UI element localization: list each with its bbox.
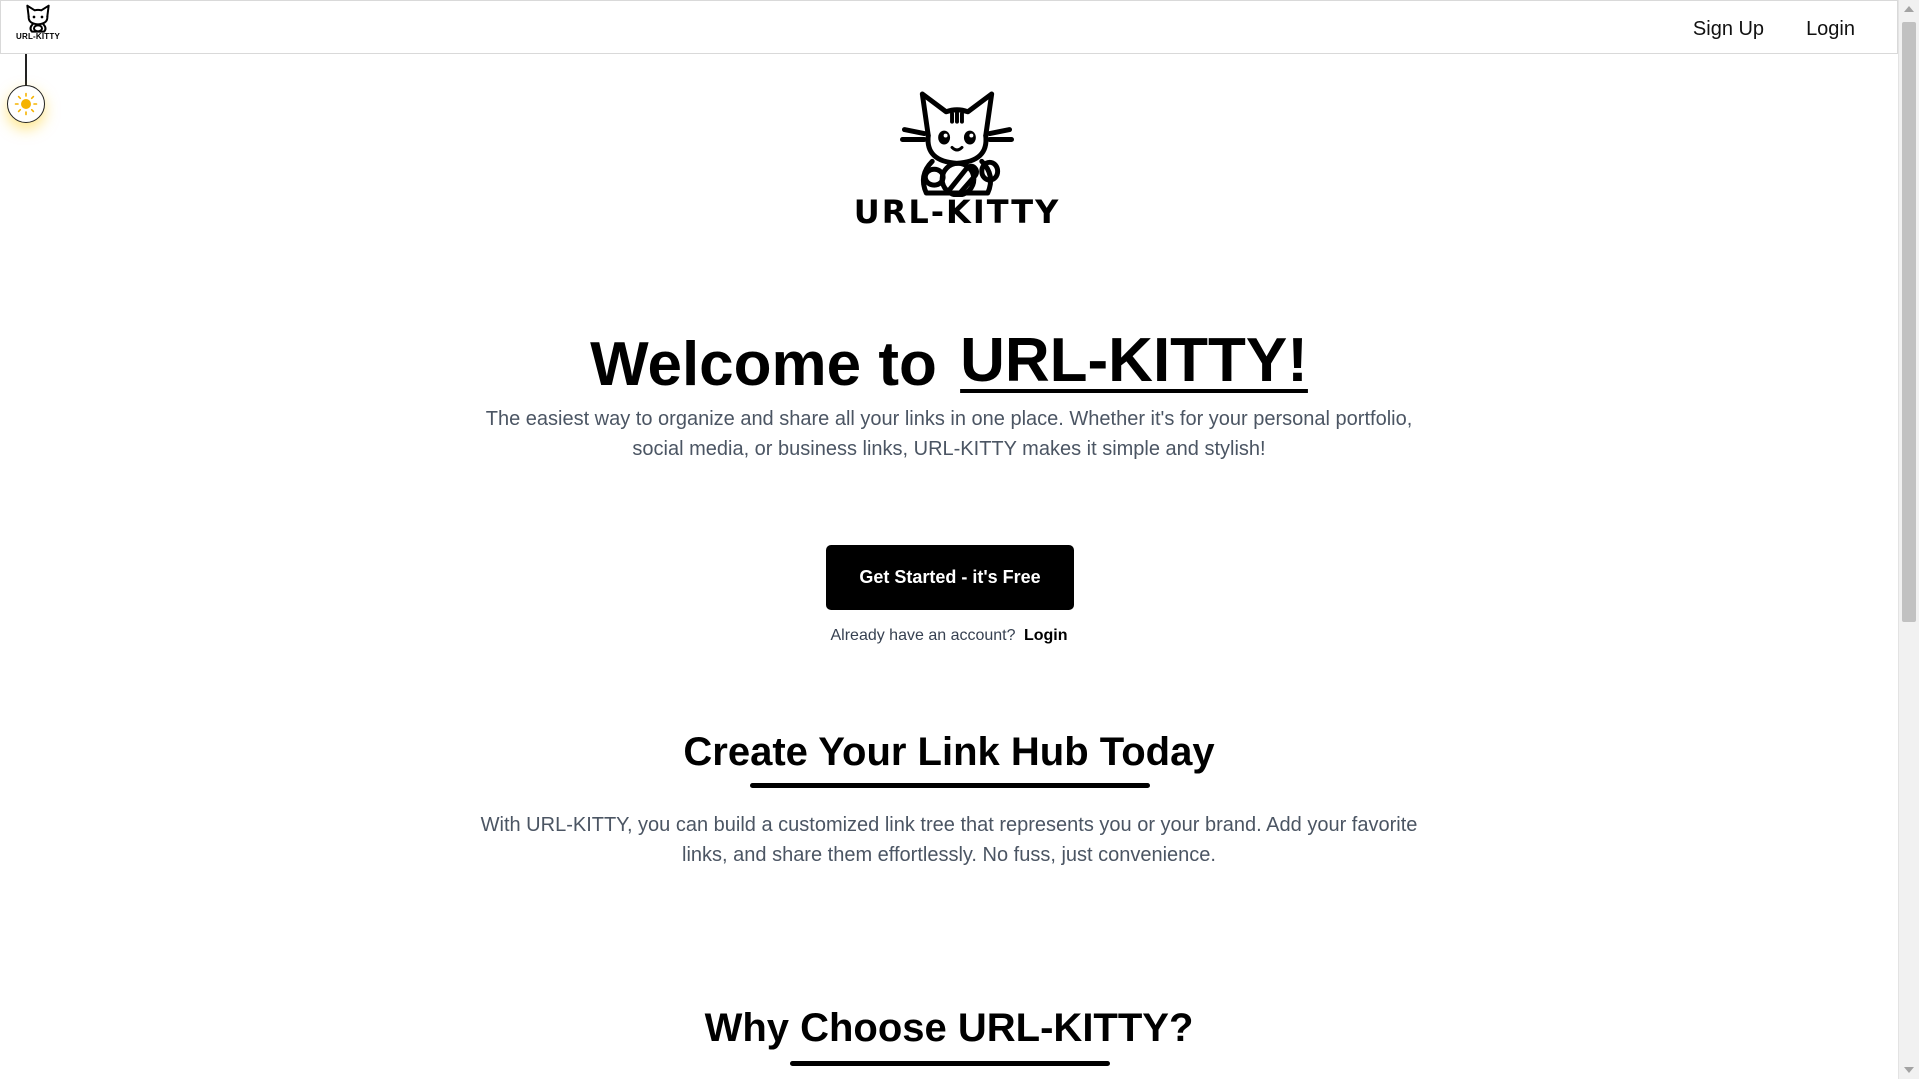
link-hub-description-line1: With URL-KITTY, you can build a customiz… <box>480 814 1418 836</box>
link-hub-underline <box>750 783 1150 788</box>
link-hub-description: With URL-KITTY, you can build a customiz… <box>0 810 1898 870</box>
link-hub-description-line2: links, and share them effortlessly. No f… <box>682 844 1216 866</box>
nav-logo-text: URL-KITTY <box>15 32 60 41</box>
theme-toggle-button[interactable] <box>7 85 45 123</box>
why-choose-title: Why Choose URL-KITTY? <box>704 1006 1194 1050</box>
hero-description-line1: The easiest way to organize and share al… <box>485 408 1413 430</box>
theme-toggle-cord <box>25 54 27 86</box>
welcome-brand: URL-KITTY! <box>960 326 1308 395</box>
why-choose-underline <box>790 1061 1110 1066</box>
already-account-label: Already have an account? <box>830 627 1016 644</box>
link-hub-title: Create Your Link Hub Today <box>683 730 1215 774</box>
page: URL-KITTY Sign Up Login URL-KITTY Welcom… <box>0 0 1898 1079</box>
hero-description-line2: social media, or business links, URL-KIT… <box>632 438 1266 460</box>
sun-icon <box>14 92 38 116</box>
navbar: URL-KITTY Sign Up Login <box>0 0 1898 54</box>
hero-logo-text: URL-KITTY <box>853 193 1061 231</box>
already-account-text: Already have an account? Login <box>0 627 1898 645</box>
welcome-prefix: Welcome to <box>590 330 937 399</box>
page-scrollbar[interactable] <box>1898 0 1919 1079</box>
cat-mascot-icon <box>900 91 1014 197</box>
nav-signup-link[interactable]: Sign Up <box>1693 18 1764 41</box>
scroll-up-arrow-icon[interactable] <box>1904 6 1914 12</box>
scroll-thumb[interactable] <box>1902 22 1916 622</box>
scroll-down-arrow-icon[interactable] <box>1904 1067 1914 1073</box>
hero-login-link[interactable]: Login <box>1024 627 1068 644</box>
nav-links: Sign Up Login <box>1693 18 1855 41</box>
get-started-button[interactable]: Get Started - it's Free <box>826 545 1074 610</box>
welcome-heading: Welcome to URL-KITTY! <box>0 320 1898 410</box>
nav-login-link[interactable]: Login <box>1806 18 1855 41</box>
hero-description: The easiest way to organize and share al… <box>0 404 1898 464</box>
hero-logo: URL-KITTY <box>854 86 1058 231</box>
nav-logo[interactable]: URL-KITTY <box>13 3 63 47</box>
cat-logo-icon <box>26 4 50 33</box>
